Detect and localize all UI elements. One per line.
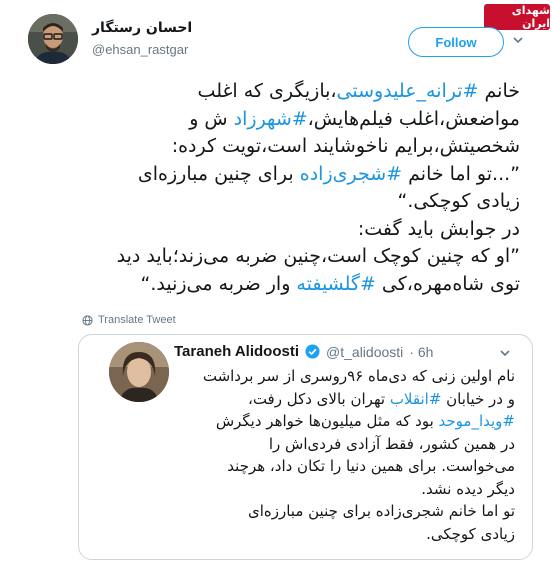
- hashtag-link[interactable]: #گلشیفته: [296, 273, 375, 295]
- text-segment: شخصیتش،برایم ناخوشایند است،تویت کرده:: [171, 135, 520, 157]
- text-segment: تهران بالای دکل رفت،: [247, 389, 390, 408]
- tweet-line: ”...تو اما خانم #شجری‌زاده برای چنین مبا…: [70, 161, 520, 189]
- text-segment: مواضعش،اغلب فیلم‌هایش،: [307, 107, 520, 130]
- text-segment: برای چنین مبارزه‌ای: [137, 162, 300, 185]
- tweet-line: توی شاه‌مهره،کی #گلشیفته وار ضربه می‌زنی…: [70, 271, 521, 299]
- hashtag-link[interactable]: #ویدا_موحد: [439, 412, 515, 430]
- tweet-card: شهدای ایران احسان رستگار @ehsan_rastgar …: [0, 0, 552, 566]
- text-segment: ش و: [189, 107, 234, 130]
- quoted-tweet-time[interactable]: · 6h: [409, 344, 433, 360]
- author-name[interactable]: احسان رستگار: [92, 20, 192, 36]
- text-segment: زیادی کوچکی.“: [397, 190, 520, 212]
- text-segment: وار ضربه می‌زنید.“: [140, 272, 297, 295]
- author-handle[interactable]: @ehsan_rastgar: [92, 42, 188, 57]
- text-segment: دیگر دیده نشد.: [421, 479, 515, 498]
- translate-tweet-link[interactable]: Translate Tweet: [82, 314, 176, 326]
- quoted-tweet-header: Taraneh Alidoosti @t_alidoosti · 6h: [174, 343, 433, 360]
- hashtag-link[interactable]: #شجری‌زاده: [300, 163, 402, 185]
- quote-line: زیادی کوچکی.: [171, 523, 515, 546]
- quoted-author-avatar[interactable]: [109, 342, 169, 402]
- text-segment: توی شاه‌مهره،کی: [375, 272, 520, 295]
- quoted-author-handle[interactable]: @t_alidoosti: [326, 344, 403, 360]
- text-segment: می‌خواست. برای همین دنیا را تکان داد، هر…: [227, 457, 515, 475]
- quote-line: و در خیابان #انقلاب تهران بالای دکل رفت،: [171, 388, 515, 411]
- text-segment: خانم: [478, 80, 520, 102]
- tweet-line: در جوابش باید گفت:: [70, 216, 520, 244]
- chevron-down-icon[interactable]: [512, 34, 526, 48]
- tweet-line: خانم #ترانه_علیدوستی،بازیگری که اغلب: [70, 78, 520, 106]
- verified-badge-icon: [305, 344, 320, 359]
- text-segment: ”...تو اما خانم: [402, 162, 520, 185]
- tweet-line: زیادی کوچکی.“: [70, 188, 520, 216]
- author-avatar[interactable]: [28, 14, 78, 64]
- text-segment: نام اولین زنی که دی‌ماه ۹۶روسری از سر بر…: [202, 367, 515, 385]
- quote-line: در همین کشور، فقط آزادی فردی‌اش را: [171, 433, 515, 456]
- text-segment: تو اما خانم شجری‌زاده برای چنین مبارزه‌ا…: [247, 502, 515, 520]
- tweet-line: شخصیتش،برایم ناخوشایند است،تویت کرده:: [70, 133, 520, 161]
- translate-label: Translate Tweet: [98, 314, 176, 326]
- hashtag-link[interactable]: #ترانه_علیدوستی: [337, 80, 479, 102]
- quoted-tweet[interactable]: Taraneh Alidoosti @t_alidoosti · 6h نام …: [78, 334, 533, 560]
- tweet-line: مواضعش،اغلب فیلم‌هایش،#شهرزاد ش و: [70, 106, 520, 134]
- tweet-line: ”او که چنین کوچک است،چنین ضربه می‌زند؛با…: [70, 243, 520, 271]
- chevron-down-icon[interactable]: [499, 347, 511, 362]
- follow-button[interactable]: Follow: [408, 27, 504, 57]
- quote-line: تو اما خانم شجری‌زاده برای چنین مبارزه‌ا…: [171, 500, 515, 523]
- text-segment: و در خیابان: [441, 389, 515, 408]
- watermark-logo: شهدای ایران: [484, 4, 550, 30]
- quoted-tweet-text: نام اولین زنی که دی‌ماه ۹۶روسری از سر بر…: [171, 365, 515, 545]
- text-segment: در جوابش باید گفت:: [357, 217, 520, 240]
- text-segment: ”او که چنین کوچک است،چنین ضربه می‌زند؛با…: [116, 245, 520, 267]
- text-segment: بود که مثل میلیون‌ها خواهر دیگرش: [215, 412, 439, 430]
- hashtag-link[interactable]: #انقلاب: [390, 390, 442, 408]
- quoted-author-name[interactable]: Taraneh Alidoosti: [174, 343, 299, 360]
- text-segment: در همین کشور، فقط آزادی فردی‌اش را: [268, 434, 515, 453]
- tweet-text: خانم #ترانه_علیدوستی،بازیگری که اغلب مواض…: [70, 78, 520, 298]
- globe-icon: [82, 314, 93, 326]
- quote-line: می‌خواست. برای همین دنیا را تکان داد، هر…: [171, 455, 515, 478]
- quote-line: دیگر دیده نشد.: [171, 478, 515, 501]
- hashtag-link[interactable]: #شهرزاد: [234, 108, 308, 130]
- quote-line: #ویدا_موحد بود که مثل میلیون‌ها خواهر دی…: [171, 410, 515, 433]
- text-segment: ،بازیگری که اغلب: [197, 80, 337, 102]
- text-segment: زیادی کوچکی.: [426, 524, 515, 543]
- quote-line: نام اولین زنی که دی‌ماه ۹۶روسری از سر بر…: [171, 365, 515, 388]
